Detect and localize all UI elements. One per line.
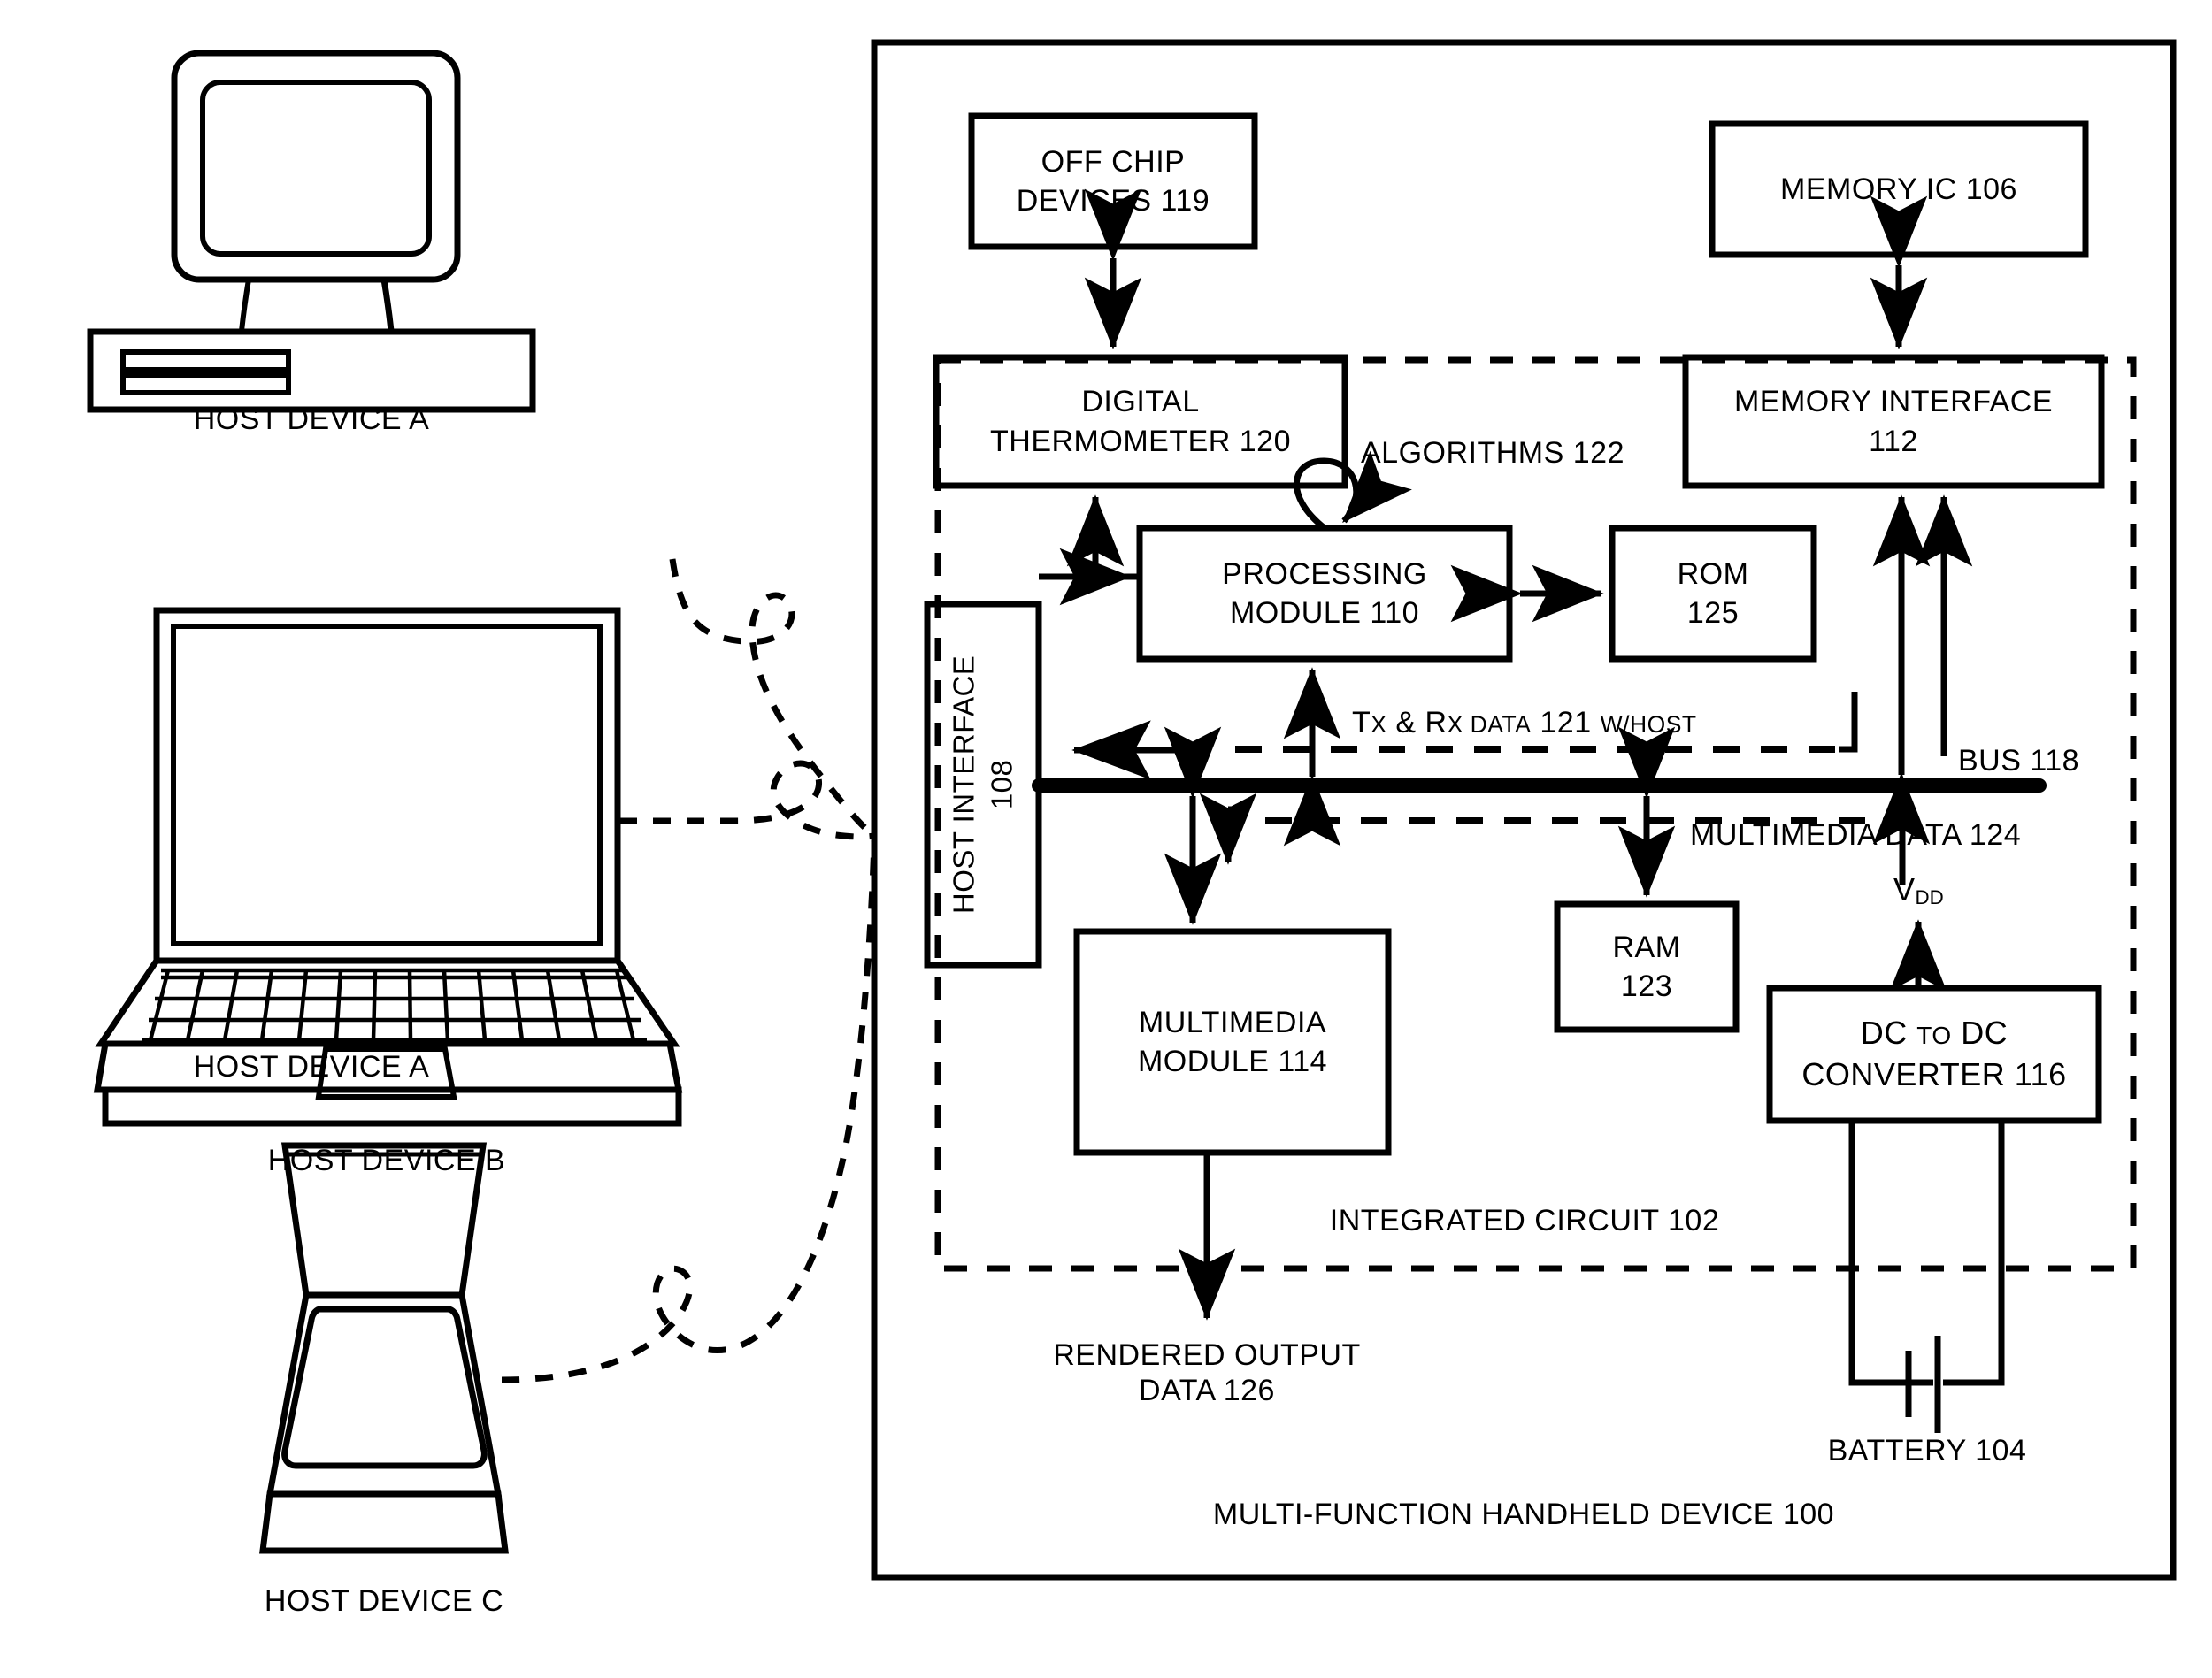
off-chip-devices-box: [968, 112, 1258, 250]
host-interface-label: HOST INTERFACE 108: [945, 655, 1021, 914]
rendered-output-line2: DATA 126: [1139, 1374, 1275, 1408]
tx-rx-lane-bracket: [1839, 692, 1858, 753]
integrated-circuit-label: INTEGRATED CIRCUIT 102: [1329, 1204, 1720, 1237]
tx-rx-data-annotation: Tx & Rx DATA 121 w/HOSTTX & RX DATA 121 …: [1352, 706, 1697, 739]
desktop-computer-icon: [87, 50, 536, 413]
rendered-output-annotation: RENDERED OUTPUT DATA 126: [1053, 1337, 1361, 1408]
multimedia-data-annotation: MULTIMEDIA DATA 124: [1690, 818, 2022, 852]
host-interface-line1: HOST INTERFACE: [947, 655, 980, 915]
battery-symbol: [1848, 1121, 2005, 1433]
patent-figure-canvas: HOST DEVICE A HOST DEVICE A HOST DEVICE …: [0, 0, 2212, 1678]
memory-ic-box: [1709, 120, 2089, 258]
host-device-c-label: HOST DEVICE C: [264, 1584, 504, 1618]
host-device-a-label: HOST DEVICE A: [193, 1050, 430, 1084]
integrated-circuit-boundary: [934, 356, 2137, 1272]
arrow-algorithms-loop: [1294, 450, 1412, 531]
host-device-a-caption: HOST DEVICE A: [193, 402, 430, 436]
battery-annotation: BATTERY 104: [1827, 1434, 2027, 1467]
vdd-annotation: VDD: [1893, 871, 1944, 909]
rendered-output-line1: RENDERED OUTPUT: [1053, 1338, 1361, 1372]
algorithms-annotation: ALGORITHMS 122: [1361, 436, 1624, 470]
flatbed-scanner-icon: [259, 1142, 509, 1554]
dc-to-dc-converter-box: [1766, 985, 2102, 1124]
memory-interface-box: [1682, 354, 2105, 489]
bus-annotation: BUS 118: [1958, 744, 2080, 778]
handheld-device-label: MULTI-FUNCTION HANDHELD DEVICE 100: [1212, 1498, 1835, 1531]
rom-box: [1609, 525, 1817, 663]
host-interface-line2: 108: [985, 759, 1018, 810]
digital-thermometer-box: [933, 354, 1348, 489]
ram-box: [1554, 900, 1740, 1033]
processing-module-box: [1136, 525, 1513, 663]
laptop-computer-icon: [93, 607, 683, 1127]
host-device-b-label: HOST DEVICE B: [267, 1144, 506, 1177]
multimedia-module-box: [1073, 928, 1392, 1156]
